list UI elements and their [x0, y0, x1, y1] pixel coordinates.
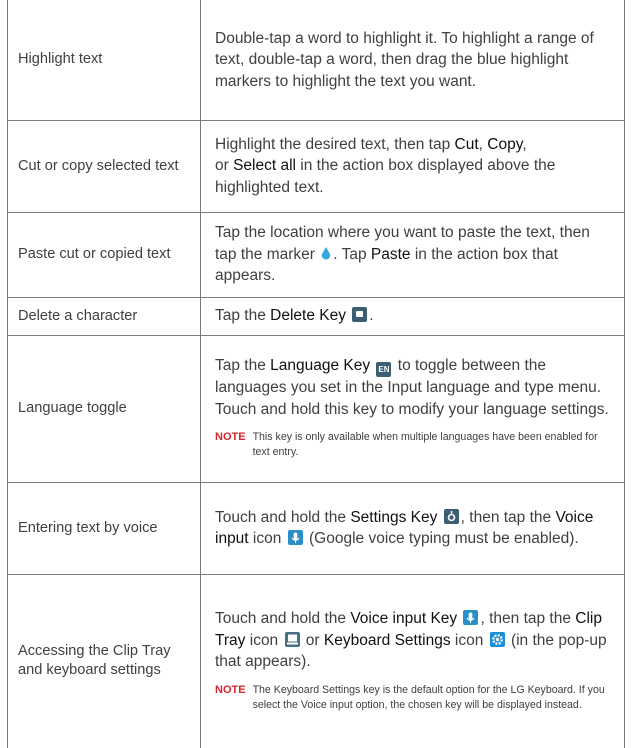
row-label: Cut or copy selected text [7, 119, 201, 213]
note-tag: NOTE [215, 683, 246, 696]
desc-text: icon [245, 631, 283, 649]
select-all-term: Select all [233, 157, 296, 175]
desc-text: , then tap the [480, 610, 576, 627]
desc-text: Tap the [215, 357, 271, 374]
desc-text: . Tap [333, 245, 371, 263]
desc-text: icon [450, 631, 488, 649]
table-row: Cut or copy selected text Highlight the … [7, 119, 625, 213]
table-row: Language toggle Tap the Language Key EN … [7, 334, 625, 483]
row-description: Tap the location where you want to paste… [200, 211, 625, 298]
desc-text: or [215, 157, 234, 175]
row-label: Highlight text [7, 0, 201, 121]
keyboard-functions-table: Highlight text Double-tap a word to high… [7, 0, 625, 748]
voice-input-key-icon [463, 610, 479, 625]
paste-term: Paste [370, 245, 411, 263]
note: NOTE The Keyboard Settings key is the def… [215, 683, 614, 713]
voice-input-icon [287, 530, 303, 545]
row-description: Touch and hold the Settings Key , then t… [200, 481, 625, 575]
voice-input-key-term: Voice input Key [350, 610, 458, 627]
row-label: Delete a character [7, 296, 201, 336]
table-row: Highlight text Double-tap a word to high… [7, 0, 625, 121]
note-tag: NOTE [215, 431, 246, 443]
desc-text: , [478, 135, 488, 153]
keyboard-settings-icon [489, 631, 505, 647]
desc-text: , then tap the [460, 508, 556, 526]
table-row: Accessing the Clip Tray and keyboard set… [7, 573, 625, 748]
settings-key-icon [443, 508, 459, 524]
note: NOTE This key is only available when mult… [215, 430, 614, 460]
delete-key-term: Delete Key [270, 307, 346, 325]
row-label: Paste cut or copied text [7, 211, 201, 298]
row-label: Entering text by voice [7, 481, 201, 575]
desc-text: Touch and hold the [215, 610, 351, 627]
row-description: Tap the Language Key EN to toggle betwee… [200, 334, 625, 483]
row-label: Accessing the Clip Tray and keyboard set… [7, 573, 201, 748]
settings-key-term: Settings Key [350, 508, 438, 526]
note-text: The Keyboard Settings key is the default… [252, 683, 605, 711]
desc-text: or [301, 631, 324, 649]
desc-text: Highlight the desired text, then tap [215, 135, 455, 153]
row-description: Touch and hold the Voice input Key , the… [200, 573, 625, 748]
desc-text: Tap the [215, 307, 271, 325]
table-row: Paste cut or copied text Tap the locatio… [7, 211, 625, 298]
row-label: Language toggle [7, 334, 201, 483]
desc-text: (Google voice typing must be enabled). [304, 530, 579, 547]
row-description: Highlight the desired text, then tap Cut… [200, 119, 625, 213]
desc-text: . [369, 307, 374, 325]
row-description: Double-tap a word to highlight it. To hi… [200, 0, 625, 121]
table-row: Delete a character Tap the Delete Key . [7, 296, 625, 336]
desc-text: Touch and hold the [215, 508, 351, 526]
desc-text: , [522, 135, 527, 153]
copy-term: Copy [487, 135, 523, 153]
cut-term: Cut [454, 135, 479, 153]
language-key-term: Language Key [270, 357, 371, 374]
desc-text: icon [248, 530, 286, 547]
keyboard-settings-term: Keyboard Settings [323, 631, 451, 649]
marker-icon [321, 246, 331, 261]
language-key-icon: EN [376, 362, 392, 377]
row-description: Tap the Delete Key . [200, 296, 625, 336]
note-text: This key is only available when multiple… [252, 431, 598, 458]
clip-tray-icon [284, 631, 300, 647]
table-row: Entering text by voice Touch and hold th… [7, 481, 625, 575]
delete-key-icon [352, 307, 368, 323]
